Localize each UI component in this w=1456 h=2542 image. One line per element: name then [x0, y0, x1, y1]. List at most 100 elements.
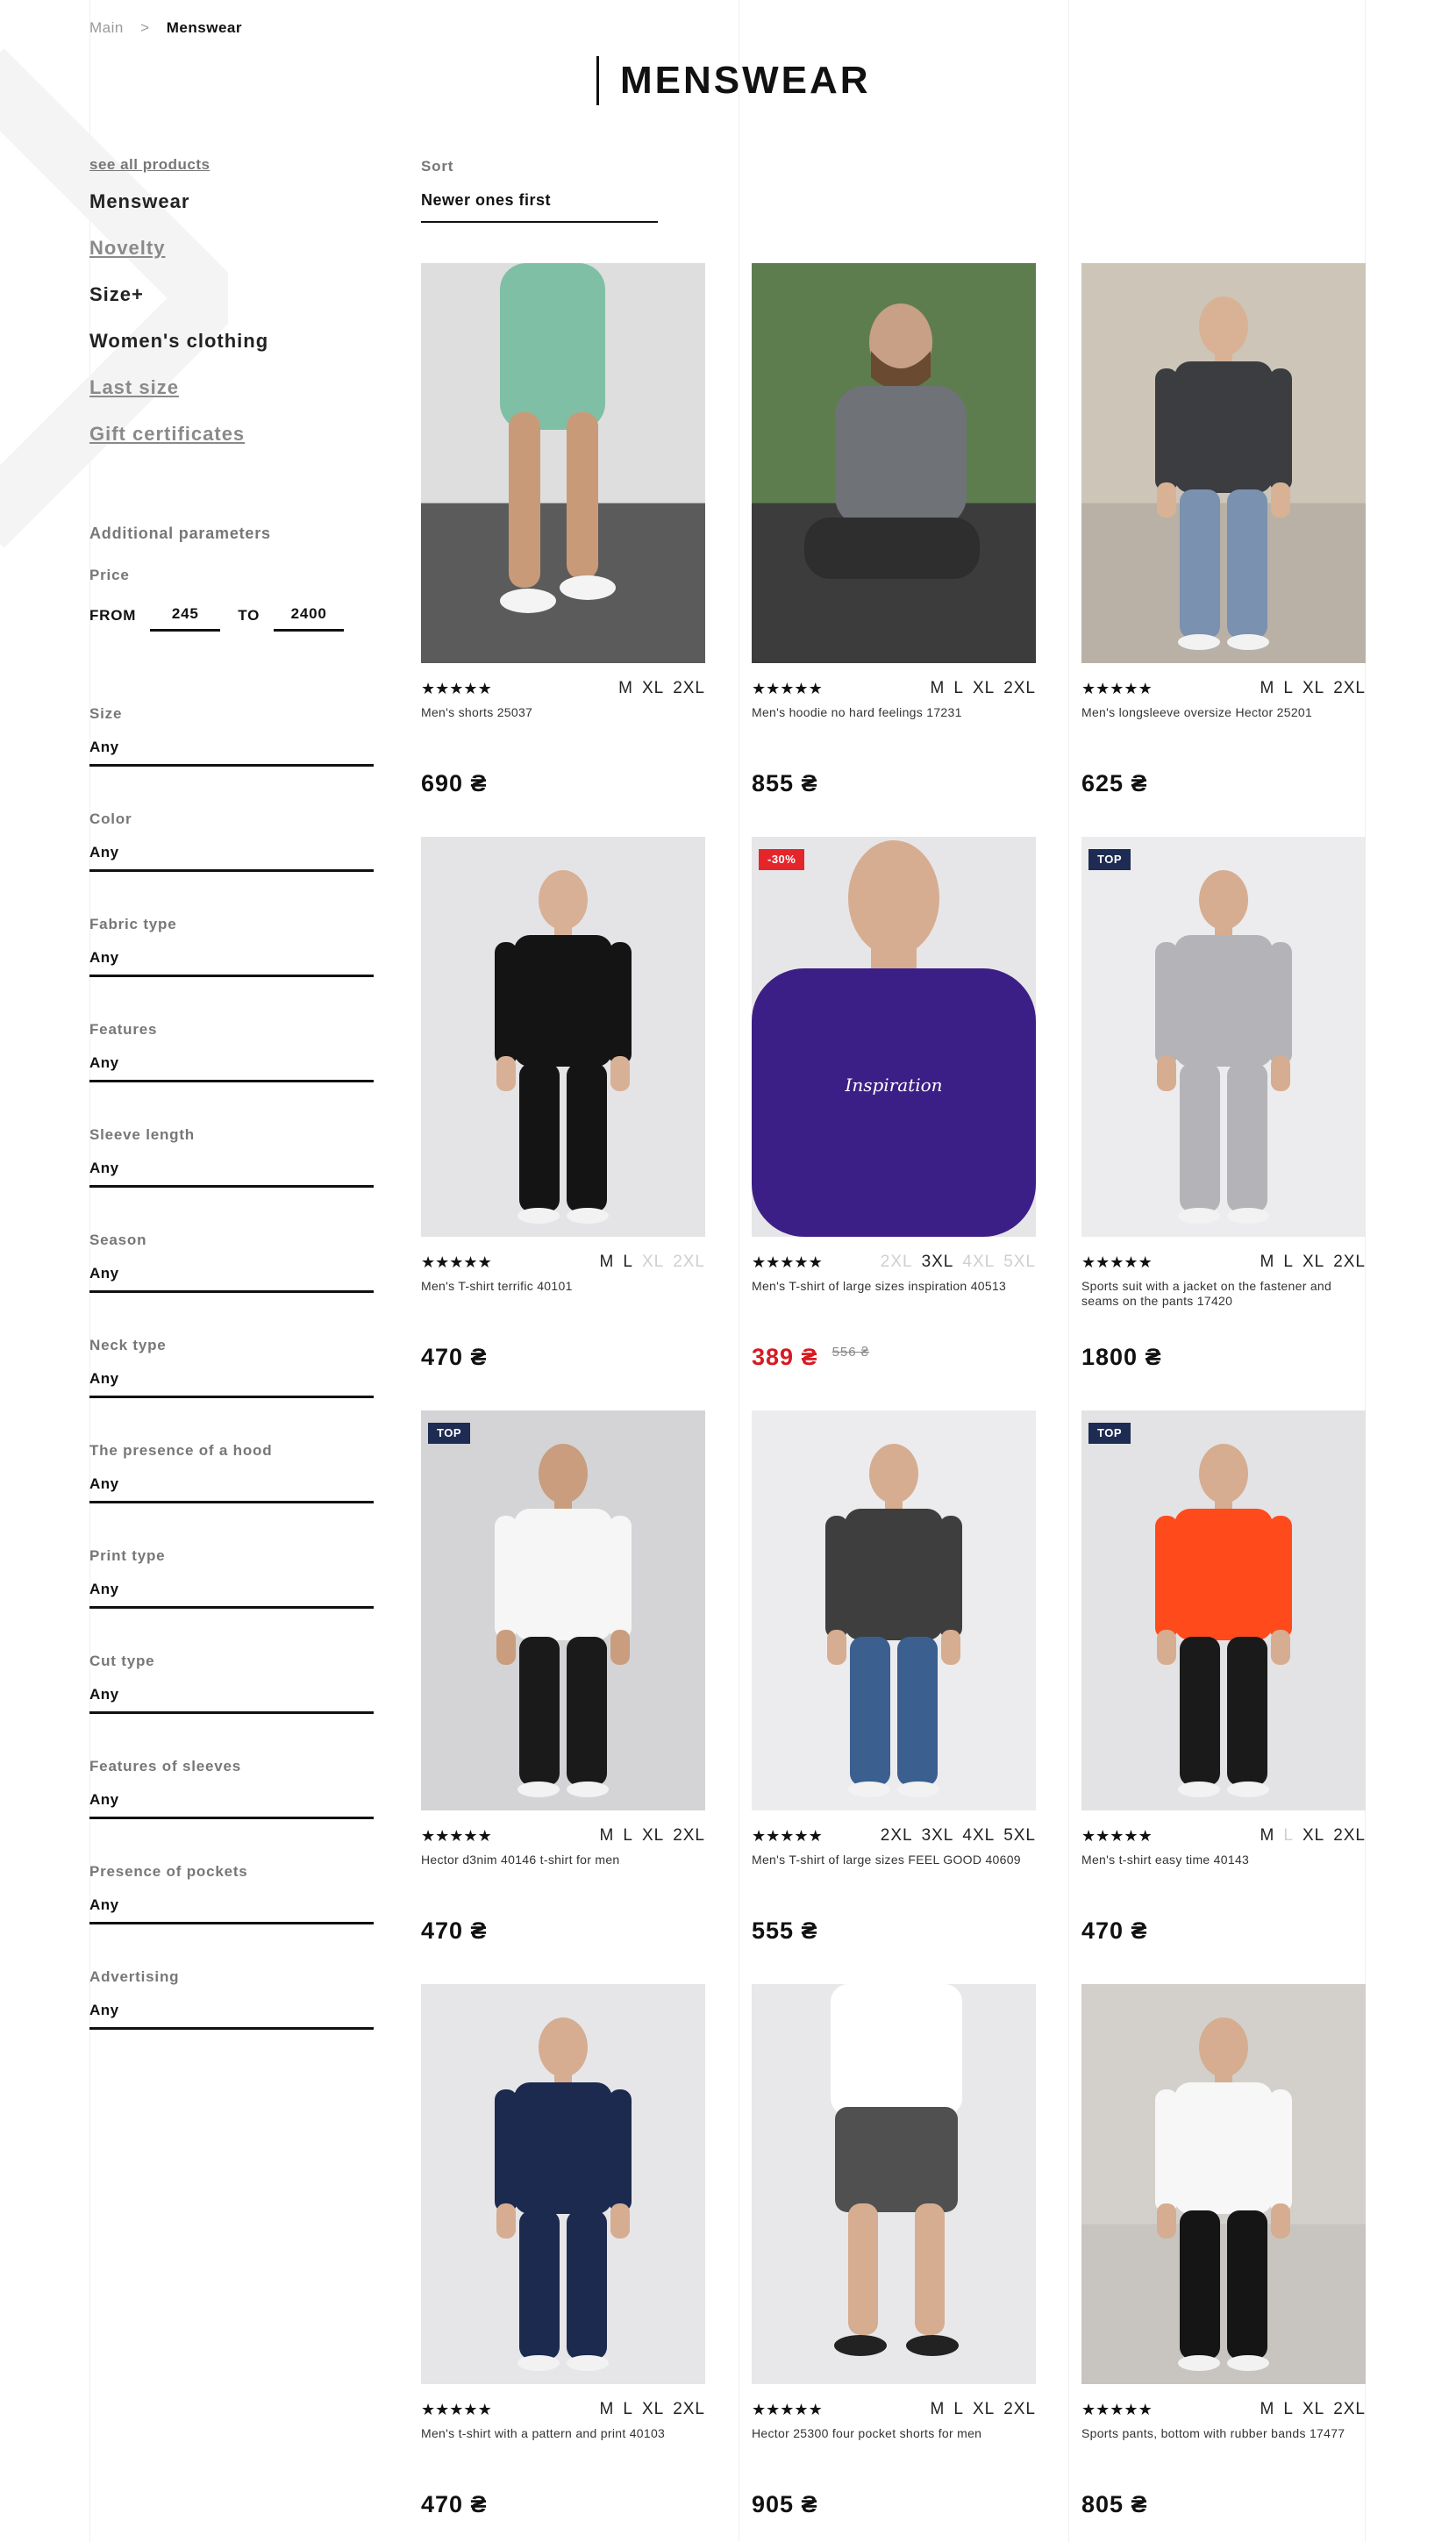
size-option[interactable]: 2XL — [881, 1253, 913, 1272]
size-option[interactable]: XL — [1303, 679, 1324, 698]
sidebar-item-menswear[interactable]: Menswear — [89, 189, 374, 236]
size-option[interactable]: 2XL — [1333, 679, 1366, 698]
filter-pockets[interactable]: Presence of pockets Any — [89, 1863, 374, 1924]
product-card[interactable]: ★ ★ ★ ★ ★ M L XL 2XL Sports pants, bottom with ru… — [1081, 1984, 1366, 2518]
filter-select[interactable]: Any — [89, 844, 374, 872]
size-option[interactable]: L — [1283, 679, 1294, 698]
size-option[interactable]: XL — [1303, 2400, 1324, 2419]
size-option[interactable]: 2XL — [881, 1826, 913, 1846]
product-card[interactable]: ★ ★ ★ ★ ★ M L XL 2XL Men's hoodie no hard feeling… — [752, 263, 1036, 797]
filter-select[interactable]: Any — [89, 1265, 374, 1293]
size-option[interactable]: 2XL — [1003, 679, 1036, 698]
size-option[interactable]: 3XL — [922, 1253, 954, 1272]
product-photo[interactable] — [752, 263, 1036, 663]
product-photo[interactable] — [1081, 1984, 1366, 2384]
filter-select[interactable]: Any — [89, 2002, 374, 2030]
size-option[interactable]: M — [931, 2400, 946, 2419]
product-card[interactable]: ★ ★ ★ ★ ★ M XL 2XL Men's shorts 25037 690 ₴ — [421, 263, 705, 797]
sidebar-item-size-plus[interactable]: Size+ — [89, 282, 374, 329]
filter-select[interactable]: Any — [89, 1581, 374, 1609]
product-name[interactable]: Hector 25300 four pocket shorts for men — [752, 2426, 1036, 2479]
size-option[interactable]: L — [1283, 2400, 1294, 2419]
product-card[interactable]: ★ ★ ★ ★ ★ M L XL 2XL Men's T-shirt terrific 40101… — [421, 837, 705, 1371]
size-option[interactable]: M — [1260, 1253, 1275, 1272]
sidebar-item-womens-clothing[interactable]: Women's clothing — [89, 329, 374, 375]
filter-select[interactable]: Any — [89, 1686, 374, 1714]
product-photo[interactable] — [752, 1984, 1036, 2384]
size-option[interactable]: M — [600, 1253, 615, 1272]
filter-select[interactable]: Any — [89, 1160, 374, 1188]
product-name[interactable]: Sports suit with a jacket on the fastene… — [1081, 1279, 1366, 1332]
filter-features-of-sleeves[interactable]: Features of sleeves Any — [89, 1758, 374, 1819]
sidebar-item-novelty[interactable]: Novelty — [89, 236, 374, 282]
price-from-input[interactable]: 245 — [150, 600, 221, 632]
product-photo[interactable]: TOP — [1081, 1410, 1366, 1810]
size-option[interactable]: XL — [642, 1826, 664, 1846]
size-option[interactable]: 2XL — [1003, 2400, 1036, 2419]
filter-select[interactable]: Any — [89, 1791, 374, 1819]
product-name[interactable]: Men's shorts 25037 — [421, 705, 705, 758]
product-name[interactable]: Men's T-shirt of large sizes inspiration… — [752, 1279, 1036, 1332]
filter-fabric-type[interactable]: Fabric type Any — [89, 916, 374, 977]
product-name[interactable]: Men's T-shirt terrific 40101 — [421, 1279, 705, 1332]
size-option[interactable]: 5XL — [1003, 1826, 1036, 1846]
size-option[interactable]: L — [623, 2400, 633, 2419]
product-photo[interactable] — [421, 1984, 705, 2384]
see-all-products-link[interactable]: see all products — [89, 156, 374, 174]
product-name[interactable]: Hector d3nim 40146 t-shirt for men — [421, 1853, 705, 1905]
product-name[interactable]: Men's t-shirt with a pattern and print 4… — [421, 2426, 705, 2479]
size-option[interactable]: 2XL — [673, 1253, 705, 1272]
sort-control[interactable]: Sort Newer ones first — [421, 158, 658, 223]
size-option[interactable]: L — [623, 1826, 633, 1846]
product-card[interactable]: Inspiration -30% ★ ★ ★ ★ ★ 2XL 3XL 4XL 5XL Men's T-… — [752, 837, 1036, 1371]
size-option[interactable]: 2XL — [1333, 1253, 1366, 1272]
size-option[interactable]: XL — [973, 679, 995, 698]
product-photo[interactable] — [421, 263, 705, 663]
size-option[interactable]: M — [1260, 679, 1275, 698]
product-photo[interactable] — [752, 1410, 1036, 1810]
size-option[interactable]: L — [1283, 1253, 1294, 1272]
product-name[interactable]: Men's longsleeve oversize Hector 25201 — [1081, 705, 1366, 758]
product-photo[interactable]: TOP — [1081, 837, 1366, 1237]
size-option[interactable]: 2XL — [673, 2400, 705, 2419]
price-to-input[interactable]: 2400 — [274, 600, 345, 632]
size-option[interactable]: 2XL — [673, 1826, 705, 1846]
filter-select[interactable]: Any — [89, 1054, 374, 1082]
filter-features[interactable]: Features Any — [89, 1021, 374, 1082]
filter-select[interactable]: Any — [89, 739, 374, 767]
sidebar-item-gift-certificates[interactable]: Gift certificates — [89, 422, 374, 468]
filter-select[interactable]: Any — [89, 1475, 374, 1503]
breadcrumb-link-main[interactable]: Main — [89, 19, 124, 36]
size-option[interactable]: M — [618, 679, 633, 698]
product-card[interactable]: ★ ★ ★ ★ ★ M L XL 2XL Hector 25300 four pocket sho… — [752, 1984, 1036, 2518]
sidebar-item-last-size[interactable]: Last size — [89, 375, 374, 422]
size-option[interactable]: XL — [973, 2400, 995, 2419]
product-name[interactable]: Men's hoodie no hard feelings 17231 — [752, 705, 1036, 758]
product-name[interactable]: Men's T-shirt of large sizes FEEL GOOD 4… — [752, 1853, 1036, 1905]
filter-select[interactable]: Any — [89, 1896, 374, 1924]
size-option[interactable]: L — [1283, 1826, 1294, 1846]
product-card[interactable]: TOP ★ ★ ★ ★ ★ M L XL 2XL Sports suit with a jacket… — [1081, 837, 1366, 1371]
filter-color[interactable]: Color Any — [89, 810, 374, 872]
product-name[interactable]: Men's t-shirt easy time 40143 — [1081, 1853, 1366, 1905]
size-option[interactable]: M — [1260, 1826, 1275, 1846]
size-option[interactable]: 2XL — [673, 679, 705, 698]
product-card[interactable]: ★ ★ ★ ★ ★ M L XL 2XL Men's longsleeve oversize He… — [1081, 263, 1366, 797]
size-option[interactable]: XL — [642, 2400, 664, 2419]
filter-hood[interactable]: The presence of a hood Any — [89, 1442, 374, 1503]
product-card[interactable]: ★ ★ ★ ★ ★ 2XL 3XL 4XL 5XL Men's T-shirt of large … — [752, 1410, 1036, 1945]
product-card[interactable]: ★ ★ ★ ★ ★ M L XL 2XL Men's t-shirt with a pattern… — [421, 1984, 705, 2518]
size-option[interactable]: 2XL — [1333, 2400, 1366, 2419]
size-option[interactable]: 5XL — [1003, 1253, 1036, 1272]
filter-sleeve-length[interactable]: Sleeve length Any — [89, 1126, 374, 1188]
filter-print-type[interactable]: Print type Any — [89, 1547, 374, 1609]
product-card[interactable]: TOP ★ ★ ★ ★ ★ M L XL 2XL Men's t-shirt easy time 4… — [1081, 1410, 1366, 1945]
size-option[interactable]: M — [1260, 2400, 1275, 2419]
size-option[interactable]: 4XL — [962, 1253, 995, 1272]
filter-cut-type[interactable]: Cut type Any — [89, 1653, 374, 1714]
filter-advertising[interactable]: Advertising Any — [89, 1968, 374, 2030]
size-option[interactable]: XL — [642, 679, 664, 698]
filter-season[interactable]: Season Any — [89, 1232, 374, 1293]
product-photo[interactable] — [1081, 263, 1366, 663]
size-option[interactable]: XL — [642, 1253, 664, 1272]
